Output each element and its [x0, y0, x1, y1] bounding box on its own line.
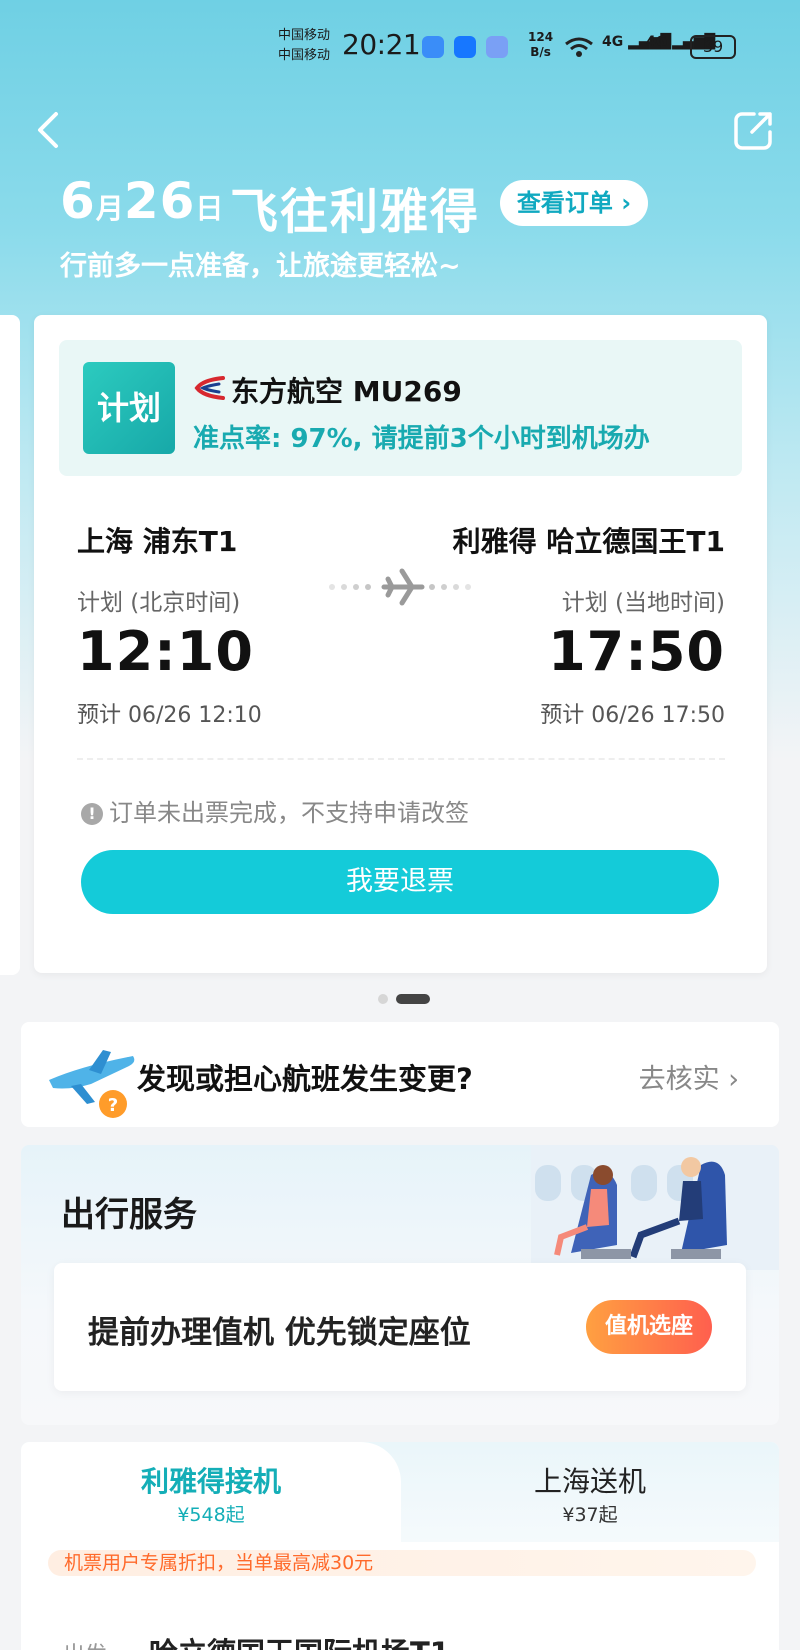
tab-dropoff-price: ¥37起 — [562, 1504, 618, 1526]
departure-airport: 上海 浦东T1 — [77, 525, 238, 558]
pickup-from-value[interactable]: 哈立德国王国际机场T1 — [149, 1630, 450, 1650]
arrival-time: 17:50 — [548, 620, 725, 683]
status-badge: 计划 — [83, 362, 175, 454]
status-time: 20:21 — [342, 28, 421, 61]
flight-card: 计划 东方航空 MU269 准点率: 97%, 请提前3个小时到机场办 上海 浦… — [34, 315, 767, 973]
verify-link[interactable]: 去核实 › — [639, 1057, 739, 1096]
back-arrow-icon[interactable] — [34, 108, 64, 152]
wifi-icon — [565, 37, 593, 57]
pickup-from-label: 出发 — [63, 1637, 107, 1650]
flight-info-box: 计划 东方航空 MU269 准点率: 97%, 请提前3个小时到机场办 — [59, 340, 742, 476]
network-speed: 124 B/s — [528, 30, 554, 59]
tab-pickup-label[interactable]: 利雅得接机 — [21, 1460, 401, 1500]
arrival-airport: 利雅得 哈立德国王T1 — [452, 525, 725, 558]
airline-logo-icon — [194, 376, 225, 400]
carrier-1: 中国移动 — [278, 28, 331, 43]
travel-service-card: 出行服务 提前办理值机 优先锁定座位 值机选座 — [21, 1145, 779, 1425]
tab-pickup-price: ¥548起 — [177, 1504, 245, 1526]
checkin-seat-button[interactable]: 值机选座 — [586, 1300, 712, 1354]
cabin-illustration — [531, 1145, 779, 1270]
airline-flight-number: 东方航空 MU269 — [231, 375, 462, 408]
card-divider — [77, 758, 725, 760]
checkin-promo-text: 提前办理值机 优先锁定座位 — [88, 1315, 471, 1351]
card-pager — [378, 994, 430, 1004]
transfer-card: 利雅得接机 ¥548起 上海送机 ¥37起 机票用户专属折扣，当单最高减30元 … — [21, 1442, 779, 1650]
carrier-info: 中国移动 中国移动 — [278, 26, 330, 66]
flight-change-card[interactable]: ? 发现或担心航班发生变更? 去核实 › — [21, 1022, 779, 1127]
departure-time: 12:10 — [77, 620, 254, 683]
arrival-estimate: 预计 06/26 17:50 — [540, 703, 725, 728]
status-bar: 中国移动 中国移动 20:21 124 B/s 4G ▂▄▆█ 4G ▂▄▆█ … — [0, 22, 800, 72]
trip-date: 6月26日 — [60, 172, 224, 230]
battery-indicator: 39 — [690, 35, 736, 59]
destination-title: 飞往利雅得 — [230, 184, 481, 240]
departure-time-label: 计划 (北京时间) — [77, 590, 241, 616]
notes-app-icon — [486, 36, 508, 58]
checkin-box: 提前办理值机 优先锁定座位 值机选座 — [54, 1263, 746, 1391]
plane-icon — [329, 568, 471, 606]
pager-dot-active — [396, 994, 430, 1004]
service-section-title: 出行服务 — [61, 1195, 197, 1235]
message-app-icon — [422, 36, 444, 58]
pager-dot — [378, 994, 388, 1004]
share-icon[interactable] — [732, 108, 776, 152]
refund-button[interactable]: 我要退票 — [81, 850, 719, 914]
ctrip-app-icon — [454, 36, 476, 58]
header-subtitle: 行前多一点准备，让旅途更轻松~ — [60, 251, 461, 282]
tab-dropoff-label[interactable]: 上海送机 — [401, 1460, 779, 1500]
departure-estimate: 预计 06/26 12:10 — [77, 703, 262, 728]
previous-card-edge[interactable] — [0, 315, 20, 975]
info-icon: ! — [81, 803, 103, 825]
svg-text:?: ? — [108, 1095, 118, 1116]
change-notice: ! 订单未出票完成，不支持申请改签 — [81, 793, 469, 828]
carrier-2: 中国移动 — [278, 48, 331, 63]
discount-banner: 机票用户专属折扣，当单最高减30元 — [48, 1550, 756, 1576]
flight-change-question: 发现或担心航班发生变更? — [137, 1062, 473, 1096]
ontime-rate-note: 准点率: 97%, 请提前3个小时到机场办 — [193, 424, 650, 454]
plane-question-icon: ? — [49, 1050, 135, 1118]
arrival-time-label: 计划 (当地时间) — [561, 590, 725, 616]
view-order-button[interactable]: 查看订单 › — [500, 180, 648, 226]
